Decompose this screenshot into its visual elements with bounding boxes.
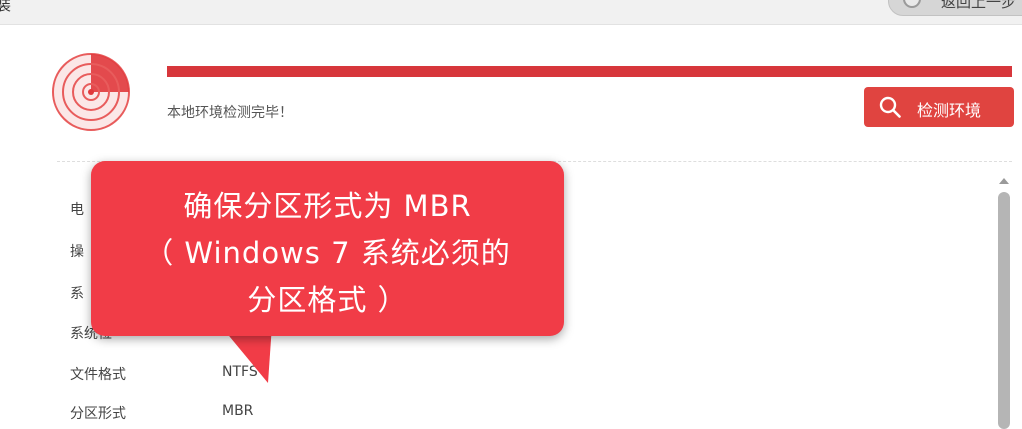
info-label: 系 [70, 286, 84, 302]
back-button[interactable]: 返回上一步 [888, 0, 1022, 16]
window-title: 装 [0, 0, 12, 14]
info-label: 操 [70, 244, 84, 260]
progress-fill [167, 66, 1012, 77]
info-value-partition-style: MBR [222, 403, 254, 419]
radar-icon [52, 53, 130, 131]
title-bar: 装 返回上一步 [0, 0, 1022, 25]
callout-line-2: （ Windows 7 系统必须的 [144, 236, 511, 270]
search-icon [879, 96, 901, 118]
info-label: 电 [70, 202, 84, 218]
scroll-up-arrow-icon[interactable] [997, 175, 1011, 187]
tutorial-callout: 确保分区形式为 MBR （ Windows 7 系统必须的 分区格式 ） [91, 161, 564, 336]
detect-environment-button[interactable]: 检测环境 [864, 87, 1014, 127]
installer-window: 装 返回上一步 本地环境检测完毕！ 检测环境 电 操 系 系统位 文件格式 NT… [0, 0, 1022, 429]
scrollbar-thumb[interactable] [998, 192, 1010, 429]
info-label-partition-style: 分区形式 [70, 406, 126, 422]
progress-bar [167, 66, 1012, 77]
status-text: 本地环境检测完毕！ [167, 105, 293, 121]
info-label-file-format: 文件格式 [70, 367, 126, 383]
back-icon [903, 0, 921, 8]
back-button-label: 返回上一步 [941, 0, 1017, 11]
callout-line-1: 确保分区形式为 MBR [183, 189, 472, 223]
detect-button-label: 检测环境 [917, 101, 982, 120]
callout-line-3: 分区格式 ） [247, 283, 408, 317]
